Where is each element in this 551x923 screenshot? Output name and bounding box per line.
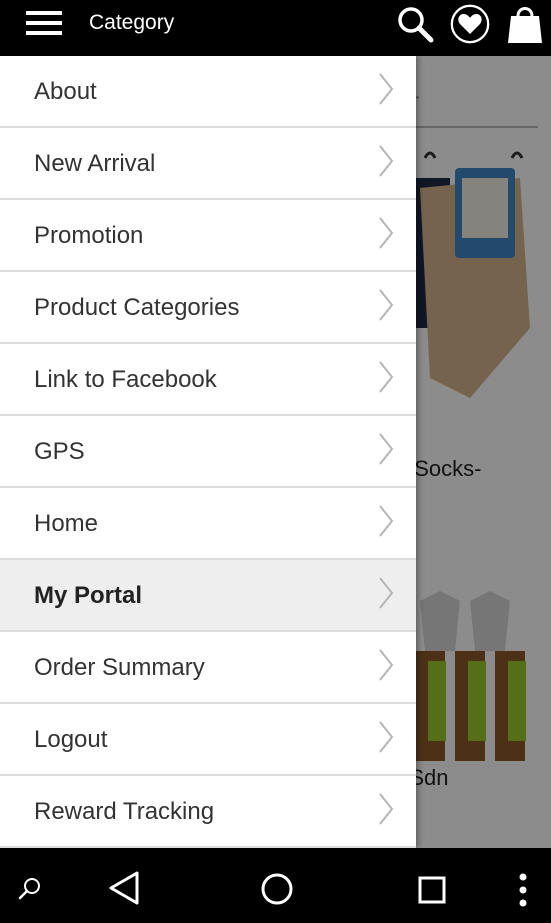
menu-item-promotion[interactable]: Promotion [0,200,416,272]
menu-item-label: My Portal [34,582,143,609]
menu-item-label: Link to Facebook [34,366,217,393]
more-icon[interactable] [510,868,536,912]
chevron-right-icon [379,73,394,105]
menu-item-reward-tracking[interactable]: Reward Tracking [0,776,416,848]
menu-item-new-arrival[interactable]: New Arrival [0,128,416,200]
chevron-right-icon [379,505,394,537]
menu-item-label: Order Summary [34,654,205,681]
recents-icon[interactable] [412,870,452,910]
menu-item-product-categories[interactable]: Product Categories [0,272,416,344]
chevron-right-icon [379,721,394,753]
menu-item-my-portal[interactable]: My Portal [0,560,416,632]
chevron-right-icon [379,577,394,609]
menu-icon[interactable] [26,11,62,35]
menu-item-label: Logout [34,726,108,753]
heart-icon[interactable] [450,3,490,45]
page-title: Category [89,11,175,34]
chevron-right-icon [379,649,394,681]
menu-item-label: About [34,78,97,105]
menu-item-link-to-facebook[interactable]: Link to Facebook [0,344,416,416]
menu-item-about[interactable]: About [0,56,416,128]
home-icon[interactable] [256,868,298,910]
search-icon[interactable] [395,3,435,45]
back-icon[interactable] [102,868,146,908]
menu-item-home[interactable]: Home [0,488,416,560]
menu-item-label: GPS [34,438,85,465]
main-content: lter 02 kle Socks- se Sdn About New Arri… [0,56,551,848]
chevron-right-icon [379,145,394,177]
system-navigation-bar [0,848,551,923]
top-app-bar: Category [0,0,551,56]
menu-item-order-summary[interactable]: Order Summary [0,632,416,704]
menu-item-label: Home [34,510,99,537]
navigation-drawer: About New Arrival Promotion Product Cate… [0,56,416,848]
chevron-right-icon [379,433,394,465]
menu-item-label: New Arrival [34,150,156,177]
menu-item-logout[interactable]: Logout [0,704,416,776]
chevron-right-icon [379,793,394,825]
search-icon[interactable] [14,872,46,904]
menu-item-label: Reward Tracking [34,798,215,825]
chevron-right-icon [379,361,394,393]
menu-item-label: Promotion [34,222,144,249]
chevron-right-icon [379,217,394,249]
chevron-right-icon [379,289,394,321]
menu-item-gps[interactable]: GPS [0,416,416,488]
menu-item-label: Product Categories [34,294,240,321]
shopping-bag-icon[interactable] [505,3,545,45]
